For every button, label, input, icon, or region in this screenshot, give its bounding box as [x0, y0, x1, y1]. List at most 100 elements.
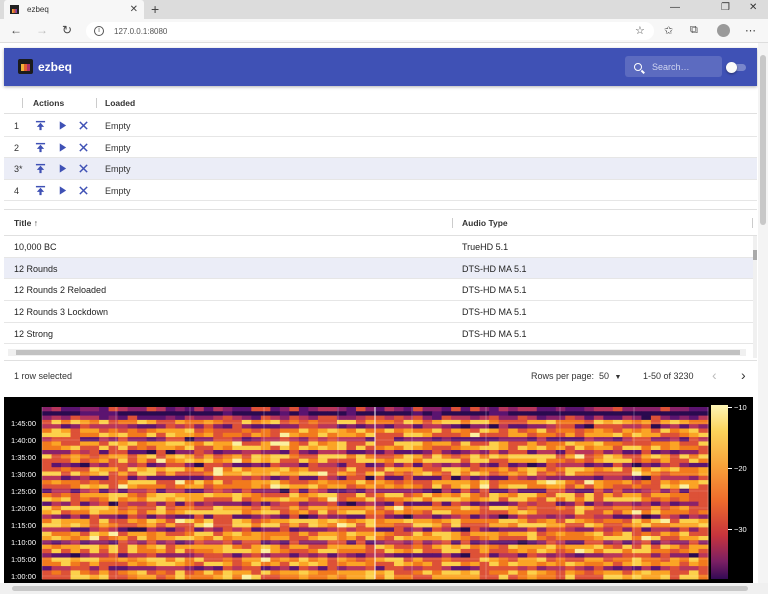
catalogue-row[interactable]: 10,000 BC TrueHD 5.1	[4, 236, 753, 258]
add-favorite-icon[interactable]: ☆	[635, 24, 645, 37]
colorbar-tick	[728, 529, 732, 530]
page-vertical-scrollbar[interactable]	[758, 43, 768, 583]
profile-avatar-icon[interactable]	[717, 24, 730, 37]
loaded-value: Empty	[105, 185, 131, 196]
favorites-icon[interactable]: ✩	[664, 24, 673, 37]
page-viewport: ezbeq Actions Loaded 1 Empty 2 Empty 3* Empty…	[0, 43, 768, 594]
slot-row[interactable]: 3* Empty	[4, 158, 757, 180]
column-separator[interactable]	[22, 98, 23, 108]
loaded-header[interactable]: Loaded	[105, 98, 135, 108]
play-icon[interactable]	[57, 185, 68, 196]
theme-toggle[interactable]	[726, 62, 746, 73]
browser-tab[interactable]: ezbeq ✕	[4, 0, 144, 19]
row-title: 12 Strong	[14, 328, 54, 339]
catalogue-row[interactable]: 12 Strong DTS-HD MA 5.1	[4, 323, 753, 345]
upload-icon[interactable]	[35, 185, 46, 196]
catalogue-vertical-scrollbar[interactable]	[753, 236, 757, 358]
search-icon	[634, 62, 642, 71]
colorbar	[711, 405, 728, 579]
previous-page-icon[interactable]: ‹	[712, 367, 717, 383]
spectrogram-y-tick: 1:15:00	[11, 521, 37, 530]
spectrogram-plot	[41, 407, 709, 580]
scroll-thumb[interactable]	[16, 350, 740, 355]
slot-row[interactable]: 4 Empty	[4, 180, 757, 202]
app-logo-icon	[18, 59, 33, 74]
slot-number: 3*	[14, 164, 23, 175]
spectrogram-chart: 1:45:00 1:40:00 1:35:00 1:30:00 1:25:00 1:20:…	[4, 397, 753, 587]
minimize-icon[interactable]: —	[670, 2, 680, 13]
address-bar[interactable]: i 127.0.0.1:8080	[86, 22, 654, 40]
upload-icon[interactable]	[35, 142, 46, 153]
loaded-value: Empty	[105, 142, 131, 153]
tab-close-icon[interactable]: ✕	[130, 4, 138, 15]
url-text: 127.0.0.1:8080	[114, 26, 168, 36]
row-title: 12 Rounds 2 Reloaded	[14, 285, 107, 296]
window-close-icon[interactable]: ✕	[749, 2, 757, 13]
slot-row[interactable]: 1 Empty	[4, 115, 757, 137]
row-audio-type: TrueHD 5.1	[462, 242, 509, 252]
selection-count: 1 row selected	[14, 371, 73, 381]
upload-icon[interactable]	[35, 163, 46, 174]
catalogue-row[interactable]: 12 Rounds 2 Reloaded DTS-HD MA 5.1	[4, 279, 753, 302]
page-horizontal-scrollbar[interactable]	[0, 583, 768, 594]
row-title: 12 Rounds	[14, 263, 58, 274]
column-separator[interactable]	[96, 98, 97, 108]
refresh-icon[interactable]: ↻	[62, 23, 72, 37]
scroll-thumb[interactable]	[753, 250, 757, 260]
clear-icon[interactable]	[78, 163, 89, 174]
rows-per-page-select[interactable]: 50 ▼	[599, 371, 621, 381]
forward-icon[interactable]: →	[36, 23, 48, 37]
row-audio-type: DTS-HD MA 5.1	[462, 263, 527, 274]
app-title: ezbeq	[38, 60, 73, 74]
column-separator[interactable]	[752, 218, 753, 228]
catalogue-row[interactable]: 12 Rounds 3 Lockdown DTS-HD MA 5.1	[4, 301, 753, 323]
title-header[interactable]: Title ↑	[14, 218, 38, 228]
browser-toolbar: ← → ↻ i 127.0.0.1:8080 ☆ ✩ ⧉ ⋯	[0, 19, 768, 43]
column-separator[interactable]	[452, 218, 453, 228]
catalogue-row[interactable]: 12 Rounds DTS-HD MA 5.1	[4, 257, 753, 280]
new-tab-icon[interactable]: +	[151, 1, 159, 17]
audio-type-header[interactable]: Audio Type	[462, 218, 508, 228]
spectrogram-y-tick: 1:40:00	[11, 436, 37, 445]
colorbar-label: −30	[734, 525, 747, 534]
spectrogram-y-tick: 1:20:00	[11, 504, 37, 513]
spectrogram-y-tick: 1:25:00	[11, 487, 37, 496]
play-icon[interactable]	[57, 142, 68, 153]
catalogue-header: Title ↑ Audio Type	[4, 210, 757, 236]
clear-icon[interactable]	[78, 185, 89, 196]
rows-per-page-value: 50	[599, 371, 610, 381]
more-icon[interactable]: ⋯	[745, 24, 756, 37]
upload-icon[interactable]	[35, 120, 46, 131]
catalogue-horizontal-scrollbar[interactable]	[8, 349, 746, 356]
next-page-icon[interactable]: ›	[741, 367, 746, 383]
collections-icon[interactable]: ⧉	[690, 24, 698, 37]
spectrogram-y-tick: 1:35:00	[11, 453, 37, 462]
restore-icon[interactable]: ❐	[721, 2, 730, 13]
favicon-icon	[10, 5, 19, 14]
slot-row[interactable]: 2 Empty	[4, 137, 757, 159]
colorbar-label: −10	[734, 403, 747, 412]
play-icon[interactable]	[57, 120, 68, 131]
colorbar-tick	[728, 407, 732, 408]
row-audio-type: DTS-HD MA 5.1	[462, 285, 527, 296]
loaded-value: Empty	[105, 121, 131, 131]
tab-title: ezbeq	[27, 5, 49, 14]
device-slots-table: Actions Loaded 1 Empty 2 Empty 3* Empty 4 Empty	[4, 92, 757, 204]
clear-icon[interactable]	[78, 120, 89, 131]
spectrogram-y-tick: 1:05:00	[11, 555, 37, 564]
actions-header[interactable]: Actions	[33, 98, 64, 108]
play-icon[interactable]	[57, 163, 68, 174]
slots-header: Actions Loaded	[4, 92, 757, 114]
back-icon[interactable]: ←	[10, 23, 22, 37]
scroll-thumb[interactable]	[760, 55, 766, 225]
catalogue-footer: 1 row selected Rows per page: 50 ▼ 1-50 …	[4, 360, 757, 390]
site-info-icon[interactable]: i	[94, 26, 104, 36]
search-input[interactable]	[652, 61, 712, 72]
slot-number: 4	[14, 185, 20, 196]
clear-icon[interactable]	[78, 142, 89, 153]
search-box[interactable]	[625, 56, 722, 77]
row-title: 10,000 BC	[14, 242, 57, 252]
slot-number: 2	[14, 142, 20, 153]
scroll-thumb[interactable]	[12, 586, 748, 591]
spectrogram-y-tick: 1:45:00	[11, 419, 37, 428]
